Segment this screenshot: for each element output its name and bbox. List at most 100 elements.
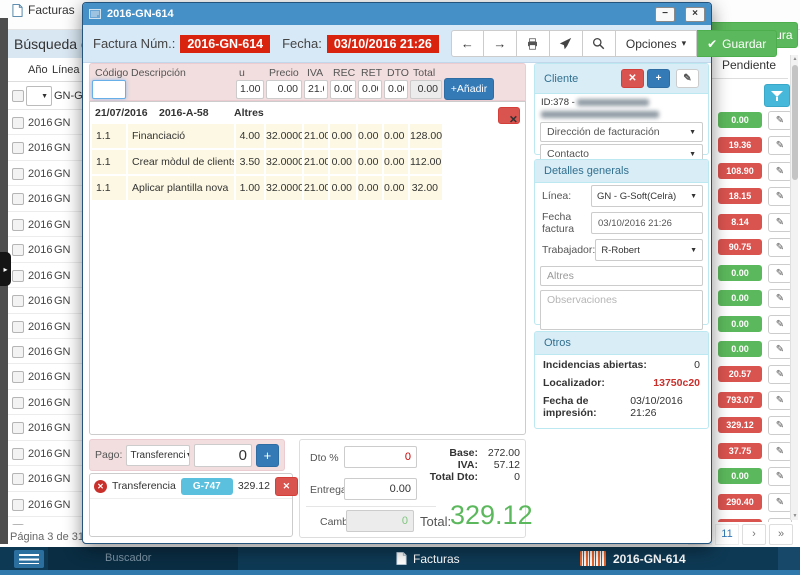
payment-ref-badge[interactable]: G-747 (181, 478, 233, 495)
next-button[interactable]: → (484, 30, 517, 57)
line-item-row[interactable]: 1.1 Aplicar plantilla nova 1.00 32.0000 … (92, 176, 444, 200)
taskbar-facturas-item[interactable]: Facturas (396, 547, 460, 570)
opciones-label: Opciones (626, 37, 677, 51)
rec-input[interactable] (330, 80, 356, 99)
edit-invoice-button[interactable]: ✎ (768, 187, 792, 206)
row-checkbox[interactable] (12, 397, 24, 409)
dto-input[interactable] (384, 80, 408, 99)
edit-invoice-button[interactable]: ✎ (768, 264, 792, 283)
menu-icon (19, 554, 39, 564)
row-checkbox[interactable] (12, 244, 24, 256)
payment-amount-input[interactable] (194, 444, 252, 467)
edit-invoice-button[interactable]: ✎ (768, 340, 792, 359)
row-checkbox[interactable] (12, 142, 24, 154)
row-checkbox[interactable] (12, 117, 24, 129)
line-item-row[interactable]: 1.1 Crear mòdul de clients especí 3.50 3… (92, 150, 444, 174)
edit-invoice-button[interactable]: ✎ (768, 493, 792, 512)
taskbar-invoice-item[interactable]: 2016-GN-614 (580, 547, 686, 570)
edit-invoice-button[interactable]: ✎ (768, 289, 792, 308)
edit-invoice-button[interactable]: ✎ (768, 136, 792, 155)
billing-address-select[interactable]: Dirección de facturación ▼ (540, 122, 703, 142)
observaciones-textarea[interactable] (540, 290, 703, 330)
row-checkbox[interactable] (12, 193, 24, 205)
unidades-input[interactable] (236, 80, 264, 99)
search-button[interactable] (583, 30, 616, 57)
guardar-button[interactable]: ✔ Guardar (697, 30, 777, 57)
send-button[interactable] (550, 30, 583, 57)
add-client-button[interactable]: + (647, 69, 670, 88)
edit-icon: ✎ (683, 73, 691, 84)
tab-facturas[interactable]: Facturas (4, 1, 83, 19)
last-page-button[interactable]: » (769, 524, 793, 545)
opciones-button[interactable]: Opciones ▾ (616, 30, 697, 57)
select-all-checkbox[interactable] (12, 90, 24, 102)
scroll-down-arrow-icon[interactable]: ▼ (791, 513, 799, 519)
row-line: GN (54, 524, 71, 525)
edit-client-button[interactable]: ✎ (676, 69, 699, 88)
delete-payment-button[interactable]: ✕ (275, 477, 298, 496)
row-checkbox[interactable] (12, 270, 24, 282)
remove-client-button[interactable]: ✕ (621, 69, 644, 88)
iva-input[interactable] (304, 80, 328, 99)
scrollbar-thumb[interactable] (792, 65, 798, 180)
row-checkbox[interactable] (12, 422, 24, 434)
item-rows: 1.1 Financiació 4.00 32.0000 21.00 0.00 … (90, 124, 525, 200)
row-checkbox[interactable] (12, 346, 24, 358)
codigo-input[interactable] (92, 80, 126, 99)
precio-input[interactable] (266, 80, 302, 99)
pending-amount-badge: 18.15 (718, 188, 762, 204)
incidencias-value: 0 (694, 359, 700, 371)
trabajador-select[interactable]: R-Robert ▼ (595, 239, 703, 261)
row-checkbox[interactable] (12, 321, 24, 333)
previous-button[interactable]: ← (451, 30, 484, 57)
row-checkbox[interactable] (12, 168, 24, 180)
row-checkbox[interactable] (12, 473, 24, 485)
totals-panel: Dto % Entregado Cambio Base: 272.00 IVA:… (299, 439, 526, 538)
edit-invoice-button[interactable]: ✎ (768, 442, 792, 461)
edit-invoice-button[interactable]: ✎ (768, 162, 792, 181)
apps-menu-button[interactable] (14, 550, 44, 568)
linea-select[interactable]: GN - G-Soft(Celrà) ▼ (591, 185, 703, 207)
add-line-button[interactable]: +Añadir (444, 78, 494, 100)
next-page-button[interactable]: › (742, 524, 766, 545)
dto-input[interactable] (344, 446, 417, 468)
minimize-button[interactable]: − (655, 7, 675, 22)
row-checkbox[interactable] (12, 371, 24, 383)
edit-invoice-button[interactable]: ✎ (768, 416, 792, 435)
print-button[interactable] (517, 30, 550, 57)
row-checkbox[interactable] (12, 499, 24, 511)
taskbar-corner-button[interactable] (778, 547, 800, 570)
search-icon (592, 37, 605, 50)
delete-group-button[interactable]: ✕ (498, 107, 520, 124)
row-checkbox[interactable] (12, 219, 24, 231)
modal-titlebar[interactable]: 2016-GN-614 − × (83, 3, 711, 25)
payment-amount: 329.12 (238, 480, 270, 492)
edit-invoice-button[interactable]: ✎ (768, 213, 792, 232)
altres-input[interactable] (540, 266, 703, 286)
row-checkbox[interactable] (12, 524, 24, 525)
ret-input[interactable] (358, 80, 382, 99)
year-filter-select[interactable]: ▼ (26, 86, 52, 106)
edit-invoice-button[interactable]: ✎ (768, 391, 792, 410)
expand-panel-toggle[interactable]: ▸ (0, 252, 11, 286)
payment-method-select[interactable]: Transferenci ▼ (126, 445, 190, 466)
fecha-factura-input[interactable] (591, 212, 703, 234)
edit-invoice-button[interactable]: ✎ (768, 238, 792, 257)
line-item-row[interactable]: 1.1 Financiació 4.00 32.0000 21.00 0.00 … (92, 124, 444, 148)
page-number-button[interactable]: 11 (715, 524, 739, 545)
edit-invoice-button[interactable]: ✎ (768, 365, 792, 384)
edit-invoice-button[interactable]: ✎ (768, 111, 792, 130)
entregado-input[interactable] (344, 478, 417, 500)
scroll-up-arrow-icon[interactable]: ▲ (791, 56, 799, 62)
edit-invoice-button[interactable]: ✎ (768, 315, 792, 334)
row-checkbox[interactable] (12, 295, 24, 307)
client-name-redacted (541, 111, 659, 118)
row-checkbox[interactable] (12, 448, 24, 460)
filter-button[interactable] (764, 84, 790, 107)
list-scrollbar[interactable]: ▲ ▼ (790, 55, 798, 520)
edit-invoice-button[interactable]: ✎ (768, 467, 792, 486)
close-button[interactable]: × (685, 7, 705, 22)
add-payment-button[interactable]: + (256, 444, 279, 467)
taskbar-facturas-label: Facturas (413, 552, 460, 566)
taskbar-buscador-item[interactable]: Buscador (48, 547, 238, 570)
